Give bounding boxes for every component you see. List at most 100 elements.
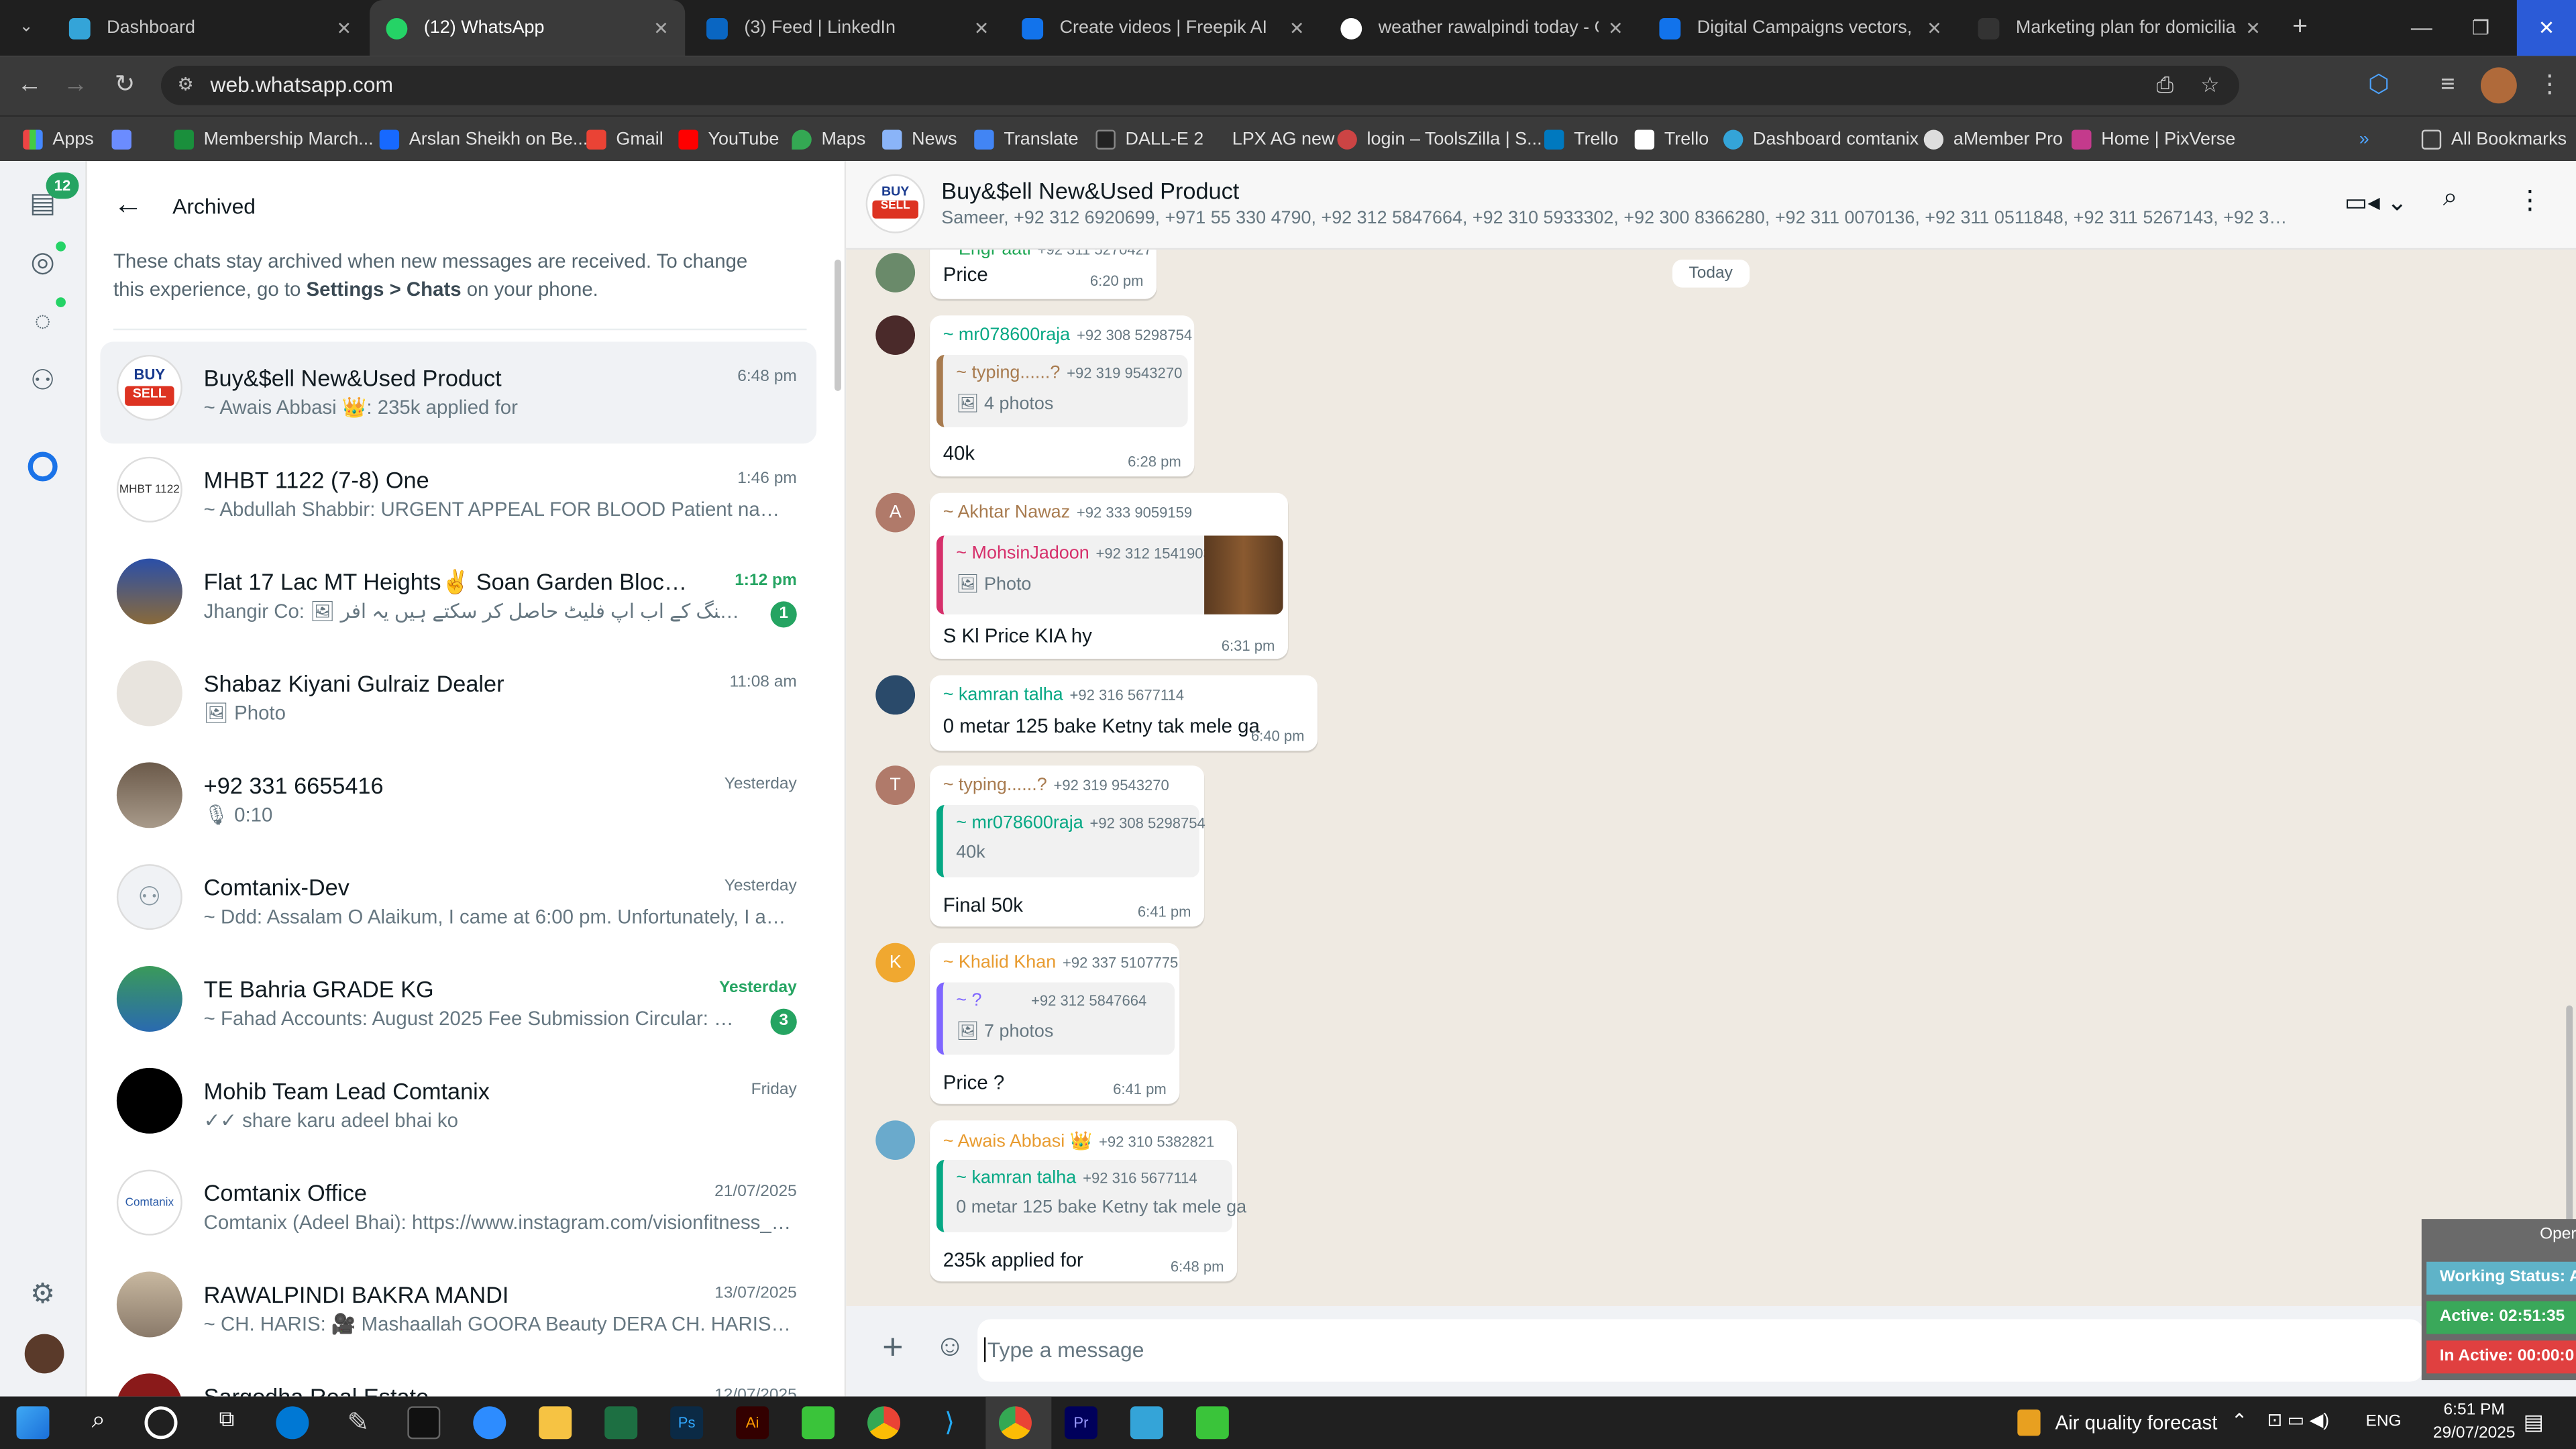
close-window-icon[interactable]: ✕ <box>2516 0 2576 56</box>
restore-icon[interactable]: ❐ <box>2461 0 2501 56</box>
bookmark-behance[interactable]: Arslan Sheikh on Be... <box>379 117 588 163</box>
quoted-message[interactable]: ~ mr078600raja +92 308 5298754 40k <box>936 805 1205 877</box>
windows-start-icon[interactable] <box>16 1406 50 1440</box>
chat-row[interactable]: Flat 17 Lac MT Heights✌ Soan Garden Bloc… <box>100 545 816 647</box>
back-arrow-icon[interactable]: ← <box>113 187 143 221</box>
bookmark-pixverse[interactable]: Home | PixVerse <box>2072 117 2235 163</box>
quoted-message[interactable]: ~ kamran talha +92 316 5677114 0 metar 12… <box>936 1159 1246 1232</box>
channels-icon[interactable]: ◌ <box>23 303 62 342</box>
quoted-message[interactable]: ~ MohsinJadoon +92 312 1541903 🖼 Photo <box>936 535 1283 614</box>
app-green-icon[interactable] <box>802 1406 835 1440</box>
communities-icon[interactable]: ⚇ <box>23 362 62 401</box>
tray-icons[interactable]: ⊡ ▭ ◀) <box>2267 1409 2330 1431</box>
close-icon[interactable]: ✕ <box>337 17 352 38</box>
group-avatar[interactable]: BUY SELL <box>865 174 925 233</box>
message-bubble[interactable]: ~ Akhtar Nawaz +92 333 9059159 ~ MohsinJa… <box>930 492 1289 659</box>
chrome-icon[interactable] <box>867 1406 901 1440</box>
bookmark-gmail[interactable]: Gmail <box>586 117 663 163</box>
close-icon[interactable]: ✕ <box>1608 17 1623 38</box>
bookmark-dalle[interactable]: DALL-E 2 <box>1095 117 1203 163</box>
cortana-icon[interactable] <box>144 1406 178 1440</box>
message-bubble[interactable]: ~ mr078600raja +92 308 5298754 ~ typing..… <box>930 315 1195 477</box>
bookmark-apps[interactable]: Apps <box>23 117 94 163</box>
quoted-message[interactable]: ~ typing......? +92 319 9543270 🖼 4 photo… <box>936 354 1188 427</box>
chat-row[interactable]: +92 331 6655416 Yesterday 🎙 0:10 <box>100 749 816 851</box>
bookmark-dashboard-comtanix[interactable]: Dashboard comtanix <box>1723 117 1919 163</box>
chat-row[interactable]: Mohib Team Lead Comtanix Friday ✓✓ share… <box>100 1055 816 1157</box>
meta-ai-icon[interactable] <box>28 451 58 482</box>
message-bubble[interactable]: ~ Engr aati +92 311 5270427 Price 6:20 pm <box>930 250 1157 299</box>
clock-time[interactable]: 6:51 PM <box>2425 1401 2524 1419</box>
bookmark-translate[interactable]: Translate <box>974 117 1079 163</box>
tray-chevron-icon[interactable]: ⌃ <box>2231 1409 2248 1432</box>
bookmark-toolszilla[interactable]: login – ToolsZilla | S... <box>1337 117 1542 163</box>
profile-avatar[interactable] <box>2480 67 2517 104</box>
chat-row[interactable]: TE Bahria GRADE KG Yesterday ~ Fahad Acc… <box>100 953 816 1055</box>
zoom-icon[interactable] <box>473 1406 506 1440</box>
file-explorer-icon[interactable] <box>539 1406 572 1440</box>
app-blue-icon[interactable] <box>1130 1406 1163 1440</box>
chat-row[interactable]: BUY SELL Buy&$ell New&Used Product 6:48 p… <box>100 341 817 444</box>
chat-row[interactable]: Shabaz Kiyani Gulraiz Dealer 11:08 am 🖼 … <box>100 647 816 749</box>
address-bar[interactable]: ⚙ web.whatsapp.com ⎙ ☆ <box>161 65 2239 105</box>
bookmark-trello-2[interactable]: Trello <box>1634 117 1709 163</box>
new-tab-icon[interactable]: + <box>2280 0 2320 56</box>
bookmark-news[interactable]: News <box>882 117 957 163</box>
chat-row[interactable]: ⚇ Comtanix-Dev Yesterday ~ Ddd: Assalam … <box>100 851 816 953</box>
bookmark-lpx[interactable]: LPX AG new <box>1202 117 1334 163</box>
tab-linkedin[interactable]: (3) Feed | LinkedIn ✕ <box>690 0 1006 56</box>
chrome-active-icon[interactable] <box>998 1406 1032 1440</box>
site-info-icon[interactable]: ⚙ <box>177 66 193 105</box>
bookmark-grid[interactable] <box>111 117 142 163</box>
close-icon[interactable]: ✕ <box>2245 17 2261 38</box>
bookmark-youtube[interactable]: YouTube <box>678 117 779 163</box>
close-icon[interactable]: ✕ <box>653 17 669 38</box>
reload-icon[interactable]: ↻ <box>105 56 145 115</box>
weather-text[interactable]: Air quality forecast <box>2055 1411 2218 1434</box>
edge-icon[interactable] <box>276 1406 309 1440</box>
excel-icon[interactable] <box>604 1406 638 1440</box>
photoshop-icon[interactable]: Ps <box>670 1406 704 1440</box>
menu-icon[interactable]: ⋮ <box>2517 184 2543 217</box>
browser-menu-icon[interactable]: ⋮ <box>2530 56 2569 115</box>
pen-icon[interactable]: ✎ <box>341 1406 374 1439</box>
message-bubble[interactable]: ~ Awais Abbasi 👑 +92 310 5382821 ~ kamran… <box>930 1120 1246 1282</box>
time-tracker-widget[interactable]: Oper Working Status: A Active: 02:51:35 … <box>2421 1219 2576 1381</box>
bookmark-maps[interactable]: Maps <box>792 117 865 163</box>
tab-search-icon[interactable]: ⌄ <box>7 0 46 56</box>
tab-freepik[interactable]: Create videos | Freepik AI ✕ <box>1006 0 1321 56</box>
tab-dashboard[interactable]: Dashboard ✕ <box>52 0 368 56</box>
close-icon[interactable]: ✕ <box>1927 17 1942 38</box>
settings-icon[interactable]: ⚙ <box>23 1275 62 1314</box>
tab-whatsapp[interactable]: (12) WhatsApp ✕ <box>370 0 686 56</box>
forward-icon[interactable]: → <box>56 56 95 115</box>
bookmark-amember[interactable]: aMember Pro <box>1923 117 2063 163</box>
back-icon[interactable]: ← <box>10 56 50 115</box>
chat-row[interactable]: Sargodha Real Estate 12/07/2025 <box>100 1360 816 1397</box>
search-icon[interactable]: ⌕ <box>82 1406 115 1439</box>
minimize-icon[interactable]: — <box>2402 0 2441 56</box>
chat-row[interactable]: MHBT 1122 MHBT 1122 (7-8) One 1:46 pm ~ … <box>100 443 816 545</box>
notifications-icon[interactable]: ▤ <box>2524 1409 2544 1436</box>
language-indicator[interactable]: ENG <box>2366 1413 2402 1431</box>
quoted-message[interactable]: ~ ? +92 312 5847664 🖼 7 photos <box>936 982 1175 1055</box>
all-bookmarks[interactable]: All Bookmarks <box>2421 117 2567 163</box>
illustrator-icon[interactable]: Ai <box>736 1406 769 1440</box>
conversation-header[interactable]: BUY SELL Buy&$ell New&Used Product Sameer… <box>846 161 2576 250</box>
attach-plus-icon[interactable]: + <box>882 1326 903 1368</box>
chat-row[interactable]: RAWALPINDI BAKRA MANDI 13/07/2025 ~ CH. … <box>100 1258 816 1360</box>
vscode-icon[interactable]: ⟩ <box>933 1406 966 1439</box>
media-controls-icon[interactable]: ≡ <box>2428 56 2468 115</box>
message-bubble[interactable]: ~ Khalid Khan +92 337 5107775 ~ ? +92 312 … <box>930 943 1180 1104</box>
search-icon[interactable]: ⌕ <box>2443 184 2458 213</box>
video-call-icon[interactable]: ▭◂ ⌄ <box>2345 187 2408 217</box>
chat-row[interactable]: Comtanix Comtanix Office 21/07/2025 Comt… <box>100 1157 816 1258</box>
clock-date[interactable]: 29/07/2025 <box>2415 1424 2533 1442</box>
install-app-icon[interactable]: ⎙ <box>2157 66 2174 105</box>
profile-avatar[interactable] <box>24 1334 64 1374</box>
scrollbar[interactable] <box>835 259 841 391</box>
message-area[interactable]: Today ~ Engr aati +92 311 5270427 Price 6… <box>846 250 2576 1306</box>
premiere-icon[interactable]: Pr <box>1064 1406 1097 1440</box>
tab-weather[interactable]: weather rawalpindi today - Goo ✕ <box>1324 0 1640 56</box>
extensions-icon[interactable]: ⬡ <box>2359 56 2399 115</box>
